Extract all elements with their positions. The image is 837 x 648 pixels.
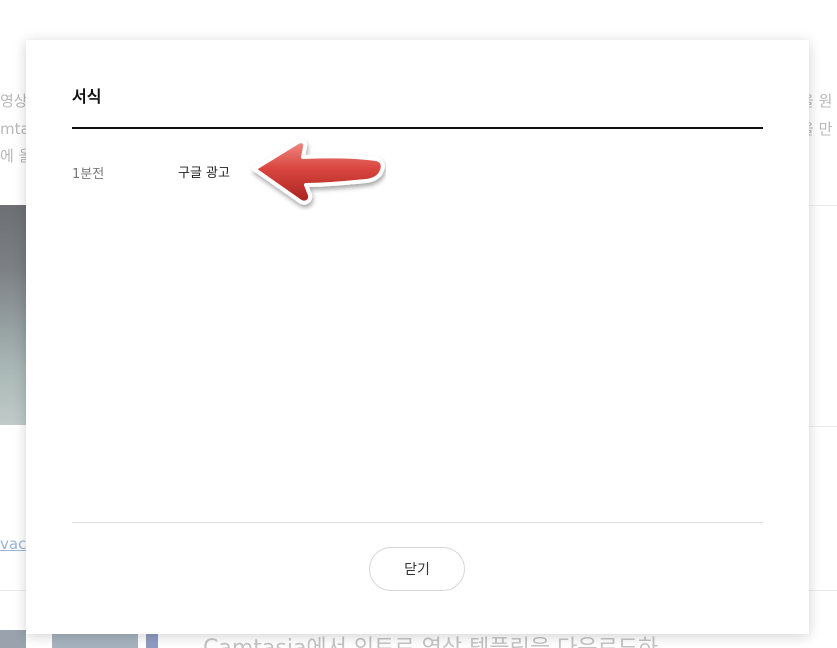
- background-video-thumbnail: [0, 205, 26, 425]
- modal-title-divider: [72, 127, 763, 129]
- background-divider: [809, 426, 837, 427]
- background-divider: [0, 590, 26, 591]
- background-text-fragment: 영상: [0, 92, 28, 110]
- background-divider: [809, 205, 837, 206]
- page: 영상 mta 에 올 을 원 을 만 vac Camtasia에서 인트로 영상…: [0, 0, 837, 648]
- background-link[interactable]: vac: [0, 535, 26, 553]
- close-button[interactable]: 닫기: [369, 547, 465, 591]
- history-modal: 서식 1분전 구글 광고 닫기: [26, 40, 809, 634]
- background-thumbnail: [0, 630, 26, 648]
- modal-footer-divider: [72, 522, 763, 523]
- background-divider: [809, 590, 837, 591]
- modal-title: 서식: [72, 87, 102, 106]
- red-arrow-icon: [252, 139, 385, 205]
- history-item-label[interactable]: 구글 광고: [178, 162, 230, 181]
- history-item-time: 1분전: [72, 167, 105, 182]
